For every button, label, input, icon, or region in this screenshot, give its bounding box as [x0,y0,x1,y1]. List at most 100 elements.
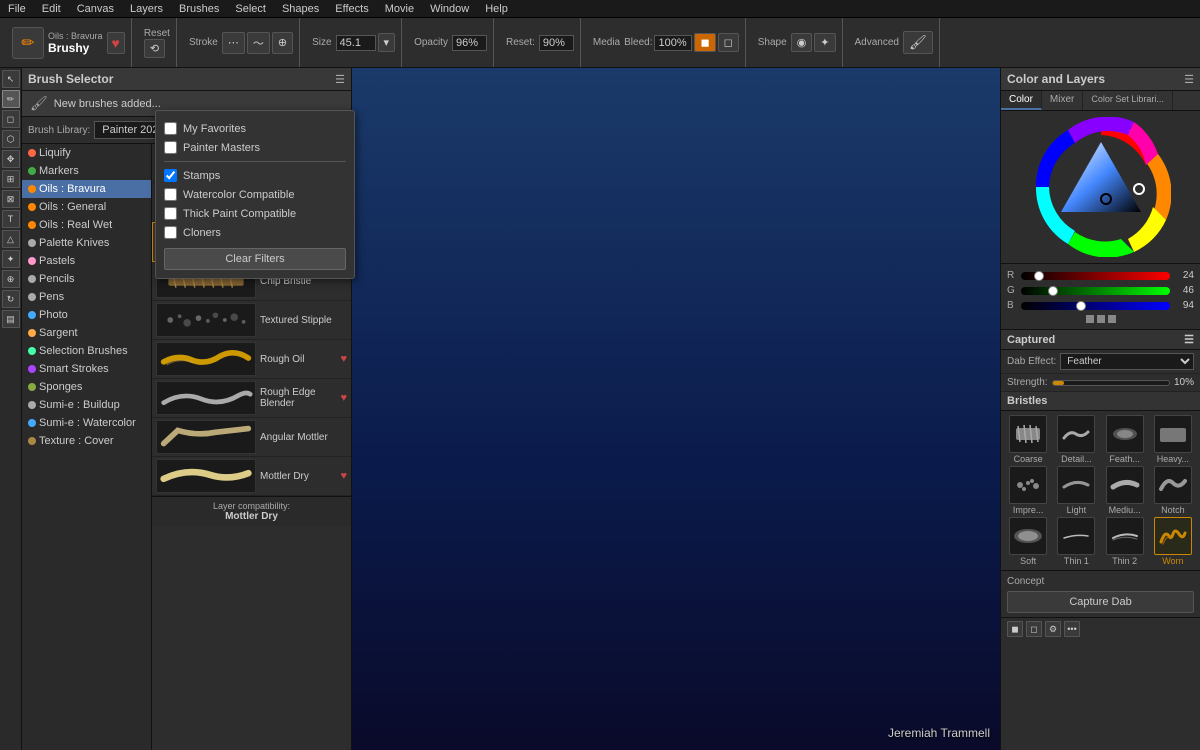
filter-masters-checkbox[interactable] [164,141,177,154]
category-pens[interactable]: Pens [22,288,151,306]
bleed-input[interactable] [654,35,692,51]
opacity-input[interactable] [452,35,487,51]
bristle-heavy[interactable]: Heavy... [1150,415,1196,464]
filter-thick-paint[interactable]: Thick Paint Compatible [164,204,346,223]
bristle-thin1[interactable]: Thin 1 [1053,517,1099,566]
capture-dab-button[interactable]: Capture Dab [1007,591,1194,613]
r-slider-track[interactable] [1021,272,1170,280]
menu-effects[interactable]: Effects [331,3,372,15]
tool-shape[interactable]: △ [2,230,20,248]
media-btn-1[interactable]: ◼ [694,33,715,52]
size-dropdown[interactable]: ▾ [378,33,396,52]
category-selection-brushes[interactable]: Selection Brushes [22,342,151,360]
stroke-btn-2[interactable]: 〜 [247,32,270,54]
panel-menu-icon[interactable]: ☰ [335,73,345,86]
filter-watercolor-checkbox[interactable] [164,188,177,201]
color-dot-2[interactable] [1097,315,1105,323]
tool-arrow[interactable]: ↖ [2,70,20,88]
filter-cloners-checkbox[interactable] [164,226,177,239]
layer-icon-1[interactable]: ◼ [1007,621,1023,637]
color-dot-1[interactable] [1086,315,1094,323]
brush-item-textured-stipple[interactable]: Textured Stipple [152,301,351,340]
tool-text[interactable]: T [2,210,20,228]
advanced-btn[interactable]: 🖌 [903,31,933,54]
filter-painter-masters[interactable]: Painter Masters [164,138,346,157]
category-markers[interactable]: Markers [22,162,151,180]
menu-shapes[interactable]: Shapes [278,3,323,15]
tool-fill[interactable]: ⬡ [2,130,20,148]
panel-menu-right[interactable]: ☰ [1184,73,1194,86]
category-smart-strokes[interactable]: Smart Strokes [22,360,151,378]
bristle-notch[interactable]: Notch [1150,466,1196,515]
color-wheel[interactable] [1031,117,1171,257]
menu-edit[interactable]: Edit [38,3,65,15]
stroke-btn-1[interactable]: ⋯ [222,32,245,54]
brush-item-angular-mottler[interactable]: Angular Mottler [152,418,351,457]
reset-button[interactable]: ⟲ [144,39,165,58]
tool-rotate[interactable]: ↻ [2,290,20,308]
strength-slider[interactable] [1052,380,1170,386]
brush-item-rough-oil[interactable]: Rough Oil ♥ [152,340,351,379]
category-oils-bravura[interactable]: Oils : Bravura [22,180,151,198]
tool-magnifier[interactable]: ⊕ [2,270,20,288]
category-texture-cover[interactable]: Texture : Cover [22,432,151,450]
tool-layer[interactable]: ▤ [2,310,20,328]
clear-filters-button[interactable]: Clear Filters [164,248,346,270]
size-input[interactable] [336,35,376,51]
category-pastels[interactable]: Pastels [22,252,151,270]
bristle-thin2[interactable]: Thin 2 [1102,517,1148,566]
bristle-medium[interactable]: Mediu... [1102,466,1148,515]
category-oils-general[interactable]: Oils : General [22,198,151,216]
menu-window[interactable]: Window [426,3,473,15]
tool-eraser[interactable]: ◻ [2,110,20,128]
favorite-button[interactable]: ♥ [107,32,125,54]
filter-cloners[interactable]: Cloners [164,223,346,242]
layer-icon-more[interactable]: ••• [1064,621,1080,637]
menu-movie[interactable]: Movie [381,3,418,15]
stroke-btn-3[interactable]: ⊕ [272,32,293,54]
bristle-light[interactable]: Light [1053,466,1099,515]
category-sumi-e-buildup[interactable]: Sumi-e : Buildup [22,396,151,414]
dab-effect-select[interactable]: Feather [1060,353,1194,370]
media-btn-2[interactable]: ◻ [718,33,739,52]
bristle-worn[interactable]: Worn [1150,517,1196,566]
g-slider-track[interactable] [1021,287,1170,295]
category-pencils[interactable]: Pencils [22,270,151,288]
menu-canvas[interactable]: Canvas [73,3,118,15]
filter-stamps-checkbox[interactable] [164,169,177,182]
bristle-detail[interactable]: Detail... [1053,415,1099,464]
brush-item-mottler-dry[interactable]: Mottler Dry ♥ [152,457,351,496]
bristle-feather[interactable]: Feath... [1102,415,1148,464]
shape-btn-1[interactable]: ◉ [791,33,813,52]
tool-transform[interactable]: ⊠ [2,190,20,208]
bristle-impre[interactable]: Impre... [1005,466,1051,515]
tool-move[interactable]: ✥ [2,150,20,168]
layer-icon-3[interactable]: ⚙ [1045,621,1061,637]
menu-select[interactable]: Select [231,3,270,15]
tab-color-set[interactable]: Color Set Librari... [1083,91,1173,110]
menu-layers[interactable]: Layers [126,3,167,15]
tab-color[interactable]: Color [1001,91,1042,110]
filter-stamps[interactable]: Stamps [164,166,346,185]
filter-watercolor[interactable]: Watercolor Compatible [164,185,346,204]
filter-my-favorites[interactable]: My Favorites [164,119,346,138]
category-palette-knives[interactable]: Palette Knives [22,234,151,252]
captured-expand-icon[interactable]: ☰ [1184,333,1194,346]
tab-mixer[interactable]: Mixer [1042,91,1083,110]
reset-pct-input[interactable] [539,35,574,51]
canvas-area[interactable]: Jeremiah Trammell [352,68,1000,750]
category-oils-real-wet[interactable]: Oils : Real Wet [22,216,151,234]
shape-btn-2[interactable]: ✦ [814,33,835,52]
category-liquify[interactable]: Liquify [22,144,151,162]
category-sumi-e-watercolor[interactable]: Sumi-e : Watercolor [22,414,151,432]
tool-brush[interactable]: ✏ [2,90,20,108]
b-slider-track[interactable] [1021,302,1170,310]
category-photo[interactable]: Photo [22,306,151,324]
category-sargent[interactable]: Sargent [22,324,151,342]
filter-favorites-checkbox[interactable] [164,122,177,135]
bristle-soft[interactable]: Soft [1005,517,1051,566]
category-sponges[interactable]: Sponges [22,378,151,396]
tool-eyedropper[interactable]: ✦ [2,250,20,268]
layer-icon-2[interactable]: ◻ [1026,621,1042,637]
menu-file[interactable]: File [4,3,30,15]
